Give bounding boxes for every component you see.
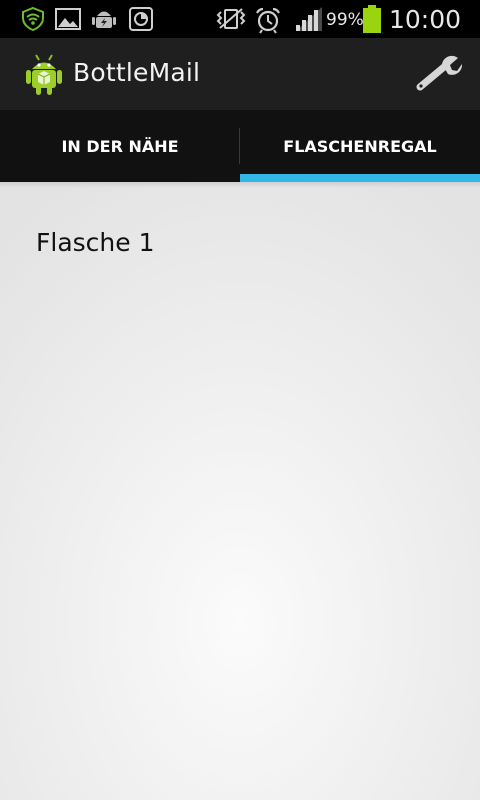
tab-bar: IN DER NÄHE FLASCHENREGAL [0,110,480,182]
status-time: 10:00 [389,5,462,34]
vibrate-icon [216,8,246,29]
app-title: BottleMail [73,58,201,87]
tab-flaschenregal[interactable]: FLASCHENREGAL [240,110,480,182]
battery-percent: 99% [326,10,364,30]
tab-in-der-naehe[interactable]: IN DER NÄHE [0,110,240,182]
settings-button[interactable] [412,54,464,94]
tab-label: IN DER NÄHE [61,136,179,156]
wrench-icon [416,55,463,91]
tab-label: FLASCHENREGAL [283,136,437,156]
list-item-label: Flasche 1 [36,228,155,257]
android-debug-icon [92,11,116,28]
screen: 99% 10:00 BottleMail IN DER NÄHE FLASCHE… [0,0,480,800]
action-bar: BottleMail [0,38,480,110]
list-item[interactable]: Flasche 1 [36,228,155,257]
battery-icon [363,5,381,33]
signal-icon [296,7,322,31]
content-top-shadow [0,182,480,188]
android-app-icon[interactable] [24,52,64,96]
selected-tab-indicator [240,174,480,182]
picture-icon [55,8,81,30]
status-bar: 99% 10:00 [0,0,480,38]
alarm-icon [256,7,280,34]
shield-wifi-icon [22,6,44,32]
clock-app-icon [129,7,153,31]
content-area: Flasche 1 [0,182,480,800]
